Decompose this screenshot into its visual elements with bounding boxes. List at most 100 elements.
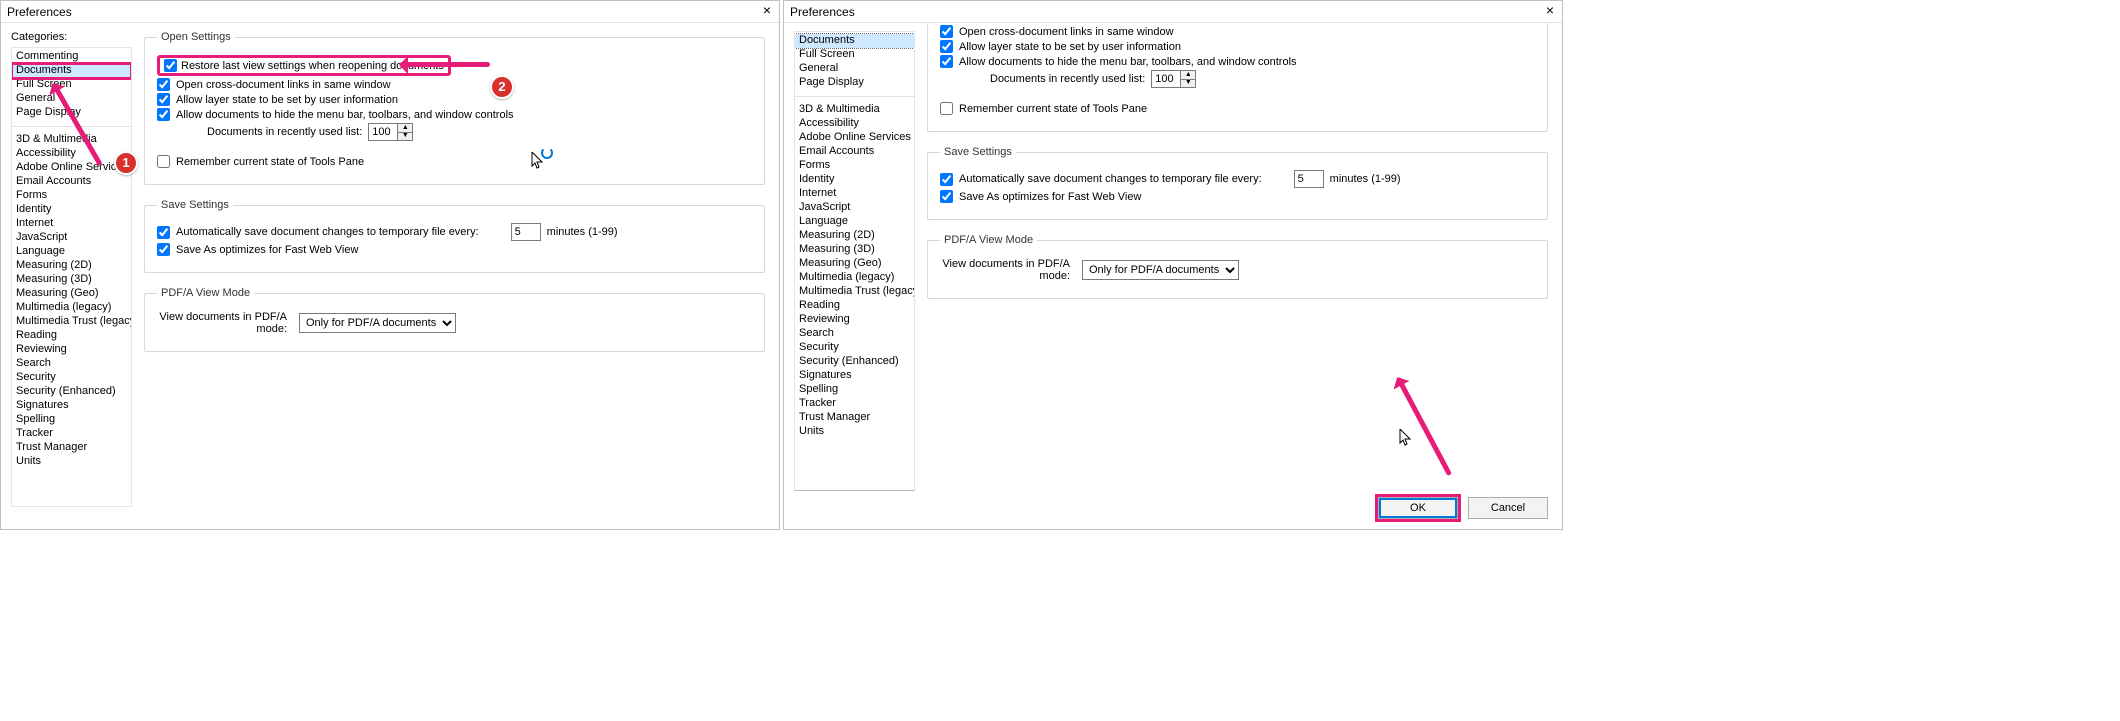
categories-sidebar: Categories: Commenting Documents Full Sc… xyxy=(1,23,136,529)
hidemenu-checkbox[interactable] xyxy=(157,108,170,121)
category-item[interactable]: Multimedia (legacy) xyxy=(12,301,131,315)
recent-label: Documents in recently used list: xyxy=(207,126,362,138)
autosave-checkbox[interactable] xyxy=(157,226,170,239)
close-icon[interactable]: × xyxy=(759,3,775,19)
spin-down-icon[interactable]: ▼ xyxy=(398,132,412,140)
autosave-checkbox[interactable] xyxy=(940,173,953,186)
category-item[interactable]: 3D & Multimedia xyxy=(12,133,131,147)
categories-list[interactable]: Documents Full Screen General Page Displ… xyxy=(794,31,915,491)
spin-up-icon[interactable]: ▲ xyxy=(1181,71,1195,79)
layer-checkbox[interactable] xyxy=(940,40,953,53)
category-item[interactable]: Accessibility xyxy=(795,117,914,131)
category-item[interactable]: Measuring (3D) xyxy=(12,273,131,287)
category-item[interactable]: Security (Enhanced) xyxy=(12,385,131,399)
category-item-documents[interactable]: Documents xyxy=(795,34,914,48)
pdfa-select[interactable]: Only for PDF/A documents xyxy=(1082,260,1239,280)
category-item[interactable]: Spelling xyxy=(795,383,914,397)
categories-list[interactable]: Commenting Documents Full Screen General… xyxy=(11,47,132,507)
annotation-badge-1: 1 xyxy=(114,151,138,175)
category-item[interactable]: Identity xyxy=(12,203,131,217)
toolspane-checkbox[interactable] xyxy=(157,155,170,168)
save-settings-group: Save Settings Automatically save documen… xyxy=(144,199,765,273)
category-item[interactable]: Search xyxy=(795,327,914,341)
category-item[interactable]: Language xyxy=(12,245,131,259)
cancel-button[interactable]: Cancel xyxy=(1468,497,1548,519)
category-item[interactable]: Email Accounts xyxy=(795,145,914,159)
category-item[interactable]: Adobe Online Services xyxy=(795,131,914,145)
category-item[interactable]: Identity xyxy=(795,173,914,187)
category-item[interactable]: Spelling xyxy=(12,413,131,427)
category-item[interactable]: Measuring (2D) xyxy=(795,229,914,243)
restore-highlight: Restore last view settings when reopenin… xyxy=(157,55,451,76)
category-item[interactable]: JavaScript xyxy=(795,201,914,215)
fastweb-checkbox[interactable] xyxy=(940,190,953,203)
category-item[interactable]: Reading xyxy=(795,299,914,313)
category-item[interactable]: Forms xyxy=(795,159,914,173)
hidemenu-label: Allow documents to hide the menu bar, to… xyxy=(959,56,1297,68)
categories-label: Categories: xyxy=(11,31,132,43)
category-item[interactable]: Full Screen xyxy=(12,78,131,92)
category-item[interactable]: Reviewing xyxy=(795,313,914,327)
category-item[interactable]: Units xyxy=(12,455,131,469)
layer-checkbox[interactable] xyxy=(157,93,170,106)
category-item[interactable]: Internet xyxy=(795,187,914,201)
category-item[interactable]: Measuring (Geo) xyxy=(12,287,131,301)
fastweb-label: Save As optimizes for Fast Web View xyxy=(176,244,358,256)
category-item[interactable]: General xyxy=(795,62,914,76)
autosave-minutes-input[interactable] xyxy=(511,223,541,241)
category-item[interactable]: Multimedia Trust (legacy) xyxy=(795,285,914,299)
autosave-minutes-input[interactable] xyxy=(1294,170,1324,188)
recent-count-input[interactable] xyxy=(368,123,398,141)
category-item[interactable]: Measuring (3D) xyxy=(795,243,914,257)
open-settings-group: Open cross-document links in same window… xyxy=(927,23,1548,132)
category-item[interactable]: Forms xyxy=(12,189,131,203)
category-item[interactable]: Trust Manager xyxy=(795,411,914,425)
category-item[interactable]: JavaScript xyxy=(12,231,131,245)
close-icon[interactable]: × xyxy=(1542,3,1558,19)
fastweb-checkbox[interactable] xyxy=(157,243,170,256)
open-settings-group: Open Settings Restore last view settings… xyxy=(144,31,765,185)
category-item-documents[interactable]: Documents xyxy=(12,64,131,78)
category-item[interactable]: Security (Enhanced) xyxy=(795,355,914,369)
category-item[interactable]: Commenting xyxy=(12,50,131,64)
category-item[interactable]: Email Accounts xyxy=(12,175,131,189)
hidemenu-checkbox[interactable] xyxy=(940,55,953,68)
category-item[interactable]: Measuring (2D) xyxy=(12,259,131,273)
category-item[interactable]: Signatures xyxy=(12,399,131,413)
category-item[interactable]: Reviewing xyxy=(12,343,131,357)
restore-checkbox[interactable] xyxy=(164,59,177,72)
pdfa-label: View documents in PDF/A mode: xyxy=(940,258,1070,282)
category-item[interactable]: 3D & Multimedia xyxy=(795,103,914,117)
category-item[interactable]: Tracker xyxy=(795,397,914,411)
category-item[interactable]: Search xyxy=(12,357,131,371)
titlebar: Preferences × xyxy=(1,1,779,23)
category-item[interactable]: Security xyxy=(12,371,131,385)
category-item[interactable]: General xyxy=(12,92,131,106)
crosslinks-checkbox[interactable] xyxy=(940,25,953,38)
autosave-label: Automatically save document changes to t… xyxy=(959,173,1262,185)
annotation-badge-2: 2 xyxy=(490,75,514,99)
toolspane-checkbox[interactable] xyxy=(940,102,953,115)
spin-up-icon[interactable]: ▲ xyxy=(398,124,412,132)
category-item[interactable]: Reading xyxy=(12,329,131,343)
crosslinks-checkbox[interactable] xyxy=(157,78,170,91)
category-item[interactable]: Trust Manager xyxy=(12,441,131,455)
category-item[interactable]: Multimedia (legacy) xyxy=(795,271,914,285)
category-item[interactable]: Language xyxy=(795,215,914,229)
category-item[interactable]: Multimedia Trust (legacy) xyxy=(12,315,131,329)
category-item[interactable]: Measuring (Geo) xyxy=(795,257,914,271)
toolspane-label: Remember current state of Tools Pane xyxy=(959,103,1147,115)
category-item[interactable]: Security xyxy=(795,341,914,355)
category-item[interactable]: Page Display xyxy=(795,76,914,90)
recent-count-input[interactable] xyxy=(1151,70,1181,88)
category-item[interactable]: Page Display xyxy=(12,106,131,120)
ok-button[interactable]: OK xyxy=(1378,497,1458,519)
category-item[interactable]: Full Screen xyxy=(795,48,914,62)
category-item[interactable]: Signatures xyxy=(795,369,914,383)
category-item[interactable]: Internet xyxy=(12,217,131,231)
category-item[interactable]: Accessibility xyxy=(12,147,131,161)
category-item[interactable]: Units xyxy=(795,425,914,439)
pdfa-select[interactable]: Only for PDF/A documents xyxy=(299,313,456,333)
category-item[interactable]: Tracker xyxy=(12,427,131,441)
spin-down-icon[interactable]: ▼ xyxy=(1181,79,1195,87)
